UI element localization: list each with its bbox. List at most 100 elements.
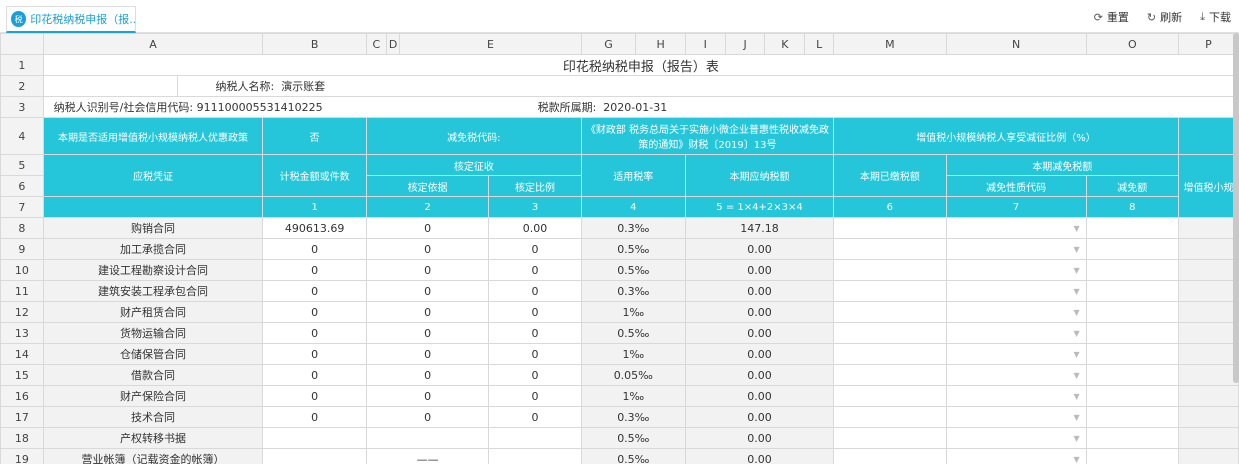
taxable-amount-input[interactable] bbox=[262, 448, 367, 464]
refresh-button[interactable]: ↻ 刷新 bbox=[1147, 9, 1182, 25]
row-number[interactable]: 8 bbox=[0, 217, 44, 239]
assessed-basis-input[interactable] bbox=[365, 427, 490, 449]
column-header[interactable]: G bbox=[580, 33, 637, 55]
assessed-basis-input[interactable]: 0 bbox=[365, 259, 490, 281]
relief-amount-input[interactable] bbox=[1085, 280, 1179, 302]
row-number[interactable]: 19 bbox=[0, 448, 44, 464]
column-header[interactable]: C bbox=[365, 33, 387, 55]
relief-code-select[interactable]: ▼ bbox=[945, 301, 1087, 323]
taxable-amount-input[interactable]: 0 bbox=[262, 406, 367, 428]
row-number[interactable]: 6 bbox=[0, 175, 44, 197]
assessed-ratio-input[interactable]: 0 bbox=[488, 259, 582, 281]
row-number[interactable]: 3 bbox=[0, 96, 44, 118]
relief-code-select[interactable]: ▼ bbox=[945, 343, 1087, 365]
row-number[interactable]: 13 bbox=[0, 322, 44, 344]
relief-code-select[interactable]: ▼ bbox=[945, 217, 1087, 239]
taxable-amount-input[interactable]: 0 bbox=[262, 364, 367, 386]
row-number[interactable]: 16 bbox=[0, 385, 44, 407]
relief-code-select[interactable]: ▼ bbox=[945, 259, 1087, 281]
relief-amount-input[interactable] bbox=[1085, 406, 1179, 428]
relief-amount-input[interactable] bbox=[1085, 343, 1179, 365]
relief-code-select[interactable]: ▼ bbox=[945, 238, 1087, 260]
row-number[interactable]: 1 bbox=[0, 54, 44, 76]
paid-input[interactable] bbox=[833, 343, 947, 365]
row-number[interactable]: 18 bbox=[0, 427, 44, 449]
paid-input[interactable] bbox=[833, 259, 947, 281]
row-number[interactable]: 2 bbox=[0, 75, 44, 97]
assessed-ratio-input[interactable]: 0 bbox=[488, 343, 582, 365]
paid-input[interactable] bbox=[833, 301, 947, 323]
vertical-scrollbar[interactable] bbox=[1233, 33, 1239, 383]
column-header[interactable]: N bbox=[945, 33, 1087, 55]
taxable-amount-input[interactable]: 0 bbox=[262, 259, 367, 281]
paid-input[interactable] bbox=[833, 217, 947, 239]
paid-input[interactable] bbox=[833, 385, 947, 407]
paid-input[interactable] bbox=[833, 406, 947, 428]
row-number[interactable]: 7 bbox=[0, 196, 44, 218]
relief-amount-input[interactable] bbox=[1085, 364, 1179, 386]
row-number[interactable]: 9 bbox=[0, 238, 44, 260]
taxable-amount-input[interactable]: 0 bbox=[262, 322, 367, 344]
relief-amount-input[interactable] bbox=[1085, 427, 1179, 449]
assessed-ratio-input[interactable]: 0 bbox=[488, 280, 582, 302]
assessed-basis-input[interactable]: 0 bbox=[365, 322, 490, 344]
assessed-basis-input[interactable]: 0 bbox=[365, 301, 490, 323]
taxable-amount-input[interactable]: 0 bbox=[262, 343, 367, 365]
taxable-amount-input[interactable]: 0 bbox=[262, 238, 367, 260]
taxable-amount-input[interactable]: 0 bbox=[262, 385, 367, 407]
assessed-ratio-input[interactable] bbox=[488, 448, 582, 464]
column-header[interactable]: M bbox=[833, 33, 947, 55]
relief-code-select[interactable]: ▼ bbox=[945, 448, 1087, 464]
assessed-basis-input[interactable]: 0 bbox=[365, 364, 490, 386]
row-number[interactable]: 11 bbox=[0, 280, 44, 302]
assessed-basis-input[interactable]: 0 bbox=[365, 280, 490, 302]
taxable-amount-input[interactable] bbox=[262, 427, 367, 449]
column-header[interactable]: B bbox=[262, 33, 367, 55]
paid-input[interactable] bbox=[833, 238, 947, 260]
column-header[interactable]: I bbox=[684, 33, 726, 55]
row-number[interactable]: 4 bbox=[0, 117, 44, 155]
assessed-ratio-input[interactable]: 0 bbox=[488, 238, 582, 260]
paid-input[interactable] bbox=[833, 280, 947, 302]
assessed-ratio-input[interactable]: 0 bbox=[488, 385, 582, 407]
relief-amount-input[interactable] bbox=[1085, 217, 1179, 239]
relief-amount-input[interactable] bbox=[1085, 259, 1179, 281]
relief-code-select[interactable]: ▼ bbox=[945, 427, 1087, 449]
tab-stamp-tax-report[interactable]: 税 印花税纳税申报（报... bbox=[6, 6, 136, 33]
column-header[interactable]: L bbox=[804, 33, 835, 55]
assessed-basis-input[interactable]: 0 bbox=[365, 385, 490, 407]
taxable-amount-input[interactable]: 490613.69 bbox=[262, 217, 367, 239]
assessed-basis-input[interactable]: 0 bbox=[365, 217, 490, 239]
row-number[interactable]: 5 bbox=[0, 154, 44, 176]
assessed-ratio-input[interactable] bbox=[488, 427, 582, 449]
row-number[interactable]: 15 bbox=[0, 364, 44, 386]
download-button[interactable]: ⤓ 下载 bbox=[1200, 9, 1231, 25]
relief-amount-input[interactable] bbox=[1085, 385, 1179, 407]
taxable-amount-input[interactable]: 0 bbox=[262, 280, 367, 302]
relief-code-select[interactable]: ▼ bbox=[945, 406, 1087, 428]
assessed-ratio-input[interactable]: 0 bbox=[488, 364, 582, 386]
column-header[interactable]: D bbox=[385, 33, 401, 55]
relief-code-select[interactable]: ▼ bbox=[945, 364, 1087, 386]
relief-amount-input[interactable] bbox=[1085, 301, 1179, 323]
taxable-amount-input[interactable]: 0 bbox=[262, 301, 367, 323]
assessed-ratio-input[interactable]: 0 bbox=[488, 301, 582, 323]
paid-input[interactable] bbox=[833, 448, 947, 464]
assessed-basis-input[interactable]: 0 bbox=[365, 238, 490, 260]
assessed-ratio-input[interactable]: 0 bbox=[488, 322, 582, 344]
row-number[interactable]: 12 bbox=[0, 301, 44, 323]
paid-input[interactable] bbox=[833, 427, 947, 449]
paid-input[interactable] bbox=[833, 364, 947, 386]
relief-amount-input[interactable] bbox=[1085, 322, 1179, 344]
column-header[interactable]: O bbox=[1085, 33, 1179, 55]
relief-amount-input[interactable] bbox=[1085, 238, 1179, 260]
assessed-basis-input[interactable]: —— bbox=[365, 448, 490, 464]
column-header[interactable]: H bbox=[635, 33, 686, 55]
row-number[interactable]: 14 bbox=[0, 343, 44, 365]
relief-code-select[interactable]: ▼ bbox=[945, 280, 1087, 302]
assessed-ratio-input[interactable]: 0 bbox=[488, 406, 582, 428]
row-number[interactable]: 17 bbox=[0, 406, 44, 428]
assessed-basis-input[interactable]: 0 bbox=[365, 343, 490, 365]
row-number[interactable]: 10 bbox=[0, 259, 44, 281]
assessed-ratio-input[interactable]: 0.00 bbox=[488, 217, 582, 239]
